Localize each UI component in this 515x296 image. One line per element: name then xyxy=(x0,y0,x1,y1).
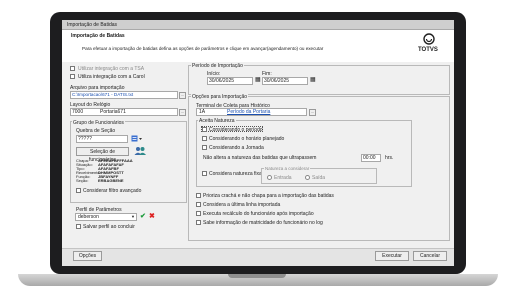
prioriza-cracha-checkbox[interactable] xyxy=(196,193,201,198)
consider-filter-label: Considerar filtro avançado xyxy=(83,188,142,194)
fim-input[interactable]: 30/06/2025 xyxy=(262,77,308,85)
salvar-perfil-checkbox[interactable] xyxy=(76,224,81,229)
fim-value: 30/06/2025 xyxy=(264,78,290,84)
arquivo-input[interactable]: C:\Importacao\671 - DATIS.txt xyxy=(70,91,178,99)
tsa-checkbox[interactable] xyxy=(70,66,75,71)
layout-browse-button[interactable]: … xyxy=(179,109,186,116)
inicio-value: 30/06/2025 xyxy=(209,78,235,84)
periodo-label: Período de Importação xyxy=(191,63,244,69)
arquivo-value: C:\Importacao\671 - DATIS.txt xyxy=(72,92,134,97)
saida-label: Saída xyxy=(312,175,326,181)
carol-checkbox[interactable] xyxy=(70,74,75,79)
inicio-input[interactable]: 30/06/2025 xyxy=(207,77,253,85)
executar-button[interactable]: Executar xyxy=(375,251,409,261)
quebra-value: ????? xyxy=(78,136,92,142)
perfil-select[interactable]: deberson ▼ xyxy=(75,213,137,221)
inicio-calendar-icon[interactable]: ▦ xyxy=(255,77,261,83)
nao-altera-input[interactable]: 00:00 xyxy=(361,154,381,162)
opcoes-button[interactable]: Opções xyxy=(73,251,102,261)
log-matricidade-label: Sabe informação de matricidade do funcio… xyxy=(203,220,323,226)
aceita-horario-label: Considerando o horário planejado xyxy=(209,136,285,142)
entrada-label: Entrada xyxy=(274,175,292,181)
totvs-logo-icon xyxy=(423,33,435,45)
cancelar-button[interactable]: Cancelar xyxy=(413,251,447,261)
info-label-secao: Seção: xyxy=(76,178,89,183)
aceita-jornada-label: Considerando a Jornada xyxy=(209,145,264,151)
brand-label: TOTVS xyxy=(418,47,438,53)
log-matricidade-checkbox[interactable] xyxy=(196,220,201,225)
considera-natureza-label: Considera natureza fixa xyxy=(209,171,262,177)
terminal-code: 1A xyxy=(199,109,206,115)
delete-icon[interactable]: ✖ xyxy=(149,213,155,221)
layout-input[interactable]: 7000 Portaria671 xyxy=(70,108,178,116)
window-title: Importação de Batidas xyxy=(67,22,118,28)
perfil-value: deberson xyxy=(78,214,99,220)
page-title: Importação de Batidas xyxy=(71,33,125,39)
recalculo-label: Executa recálculo do funcionário após im… xyxy=(203,211,314,217)
page-description: Para efetuar a importação de batidas def… xyxy=(82,46,324,51)
natureza-group-label: Natureza a considerar xyxy=(264,166,311,172)
considera-natureza-checkbox[interactable] xyxy=(202,171,207,176)
aceita-periodo-label: Considerando o período xyxy=(209,127,263,133)
aceita-periodo-checkbox[interactable] xyxy=(202,127,207,132)
nao-altera-value: 00:00 xyxy=(363,155,376,161)
info-value-secao: ERBAGBENE xyxy=(98,178,124,183)
terminal-name: Período da Portaria xyxy=(227,109,271,115)
recalculo-checkbox[interactable] xyxy=(196,211,201,216)
arquivo-browse-button[interactable]: … xyxy=(179,92,186,99)
saida-radio[interactable] xyxy=(305,175,310,180)
quebra-select-icon[interactable] xyxy=(131,135,143,143)
confirm-icon[interactable]: ✔ xyxy=(140,213,146,221)
carol-label: Utiliza integração com a Carol xyxy=(78,74,145,80)
quebra-input[interactable]: ????? xyxy=(76,135,128,143)
terminal-browse-button[interactable]: … xyxy=(309,109,316,116)
entrada-radio[interactable] xyxy=(267,175,272,180)
ultima-linha-label: Considera a última linha importada xyxy=(203,202,281,208)
nao-altera-unit: hrs. xyxy=(385,155,394,161)
chevron-down-icon: ▼ xyxy=(131,214,135,219)
opcoes-label: Opções para Importação xyxy=(191,94,249,100)
title-bar xyxy=(62,20,454,30)
tsa-label: Utilizar integração com a TSA xyxy=(78,66,145,72)
aceita-horario-checkbox[interactable] xyxy=(202,136,207,141)
quebra-label: Quebra de Seção xyxy=(76,128,116,134)
nao-altera-label: Não altera a natureza das batidas que ul… xyxy=(203,155,317,161)
app-window: Importação de Batidas Importação de Bati… xyxy=(62,20,454,266)
layout-name: Portaria671 xyxy=(100,109,126,115)
prioriza-cracha-label: Prioriza crachá e não chapa para a impor… xyxy=(203,193,334,199)
fim-calendar-icon[interactable]: ▦ xyxy=(310,77,316,83)
layout-code: 7000 xyxy=(72,109,84,115)
aceita-label: Aceita Natureza xyxy=(198,118,236,124)
terminal-input[interactable]: 1A Período da Portaria xyxy=(196,108,307,116)
aceita-jornada-checkbox[interactable] xyxy=(202,145,207,150)
ultima-linha-checkbox[interactable] xyxy=(196,202,201,207)
consider-filter-checkbox[interactable] xyxy=(76,188,81,193)
selecao-funcionarios-button[interactable]: Seleção de funcionários xyxy=(76,147,129,163)
grupo-label: Grupo de Funcionários xyxy=(72,120,125,126)
laptop-notch xyxy=(228,274,286,278)
users-icon[interactable] xyxy=(134,146,146,156)
salvar-perfil-label: Salvar perfil ao concluir xyxy=(83,224,135,230)
